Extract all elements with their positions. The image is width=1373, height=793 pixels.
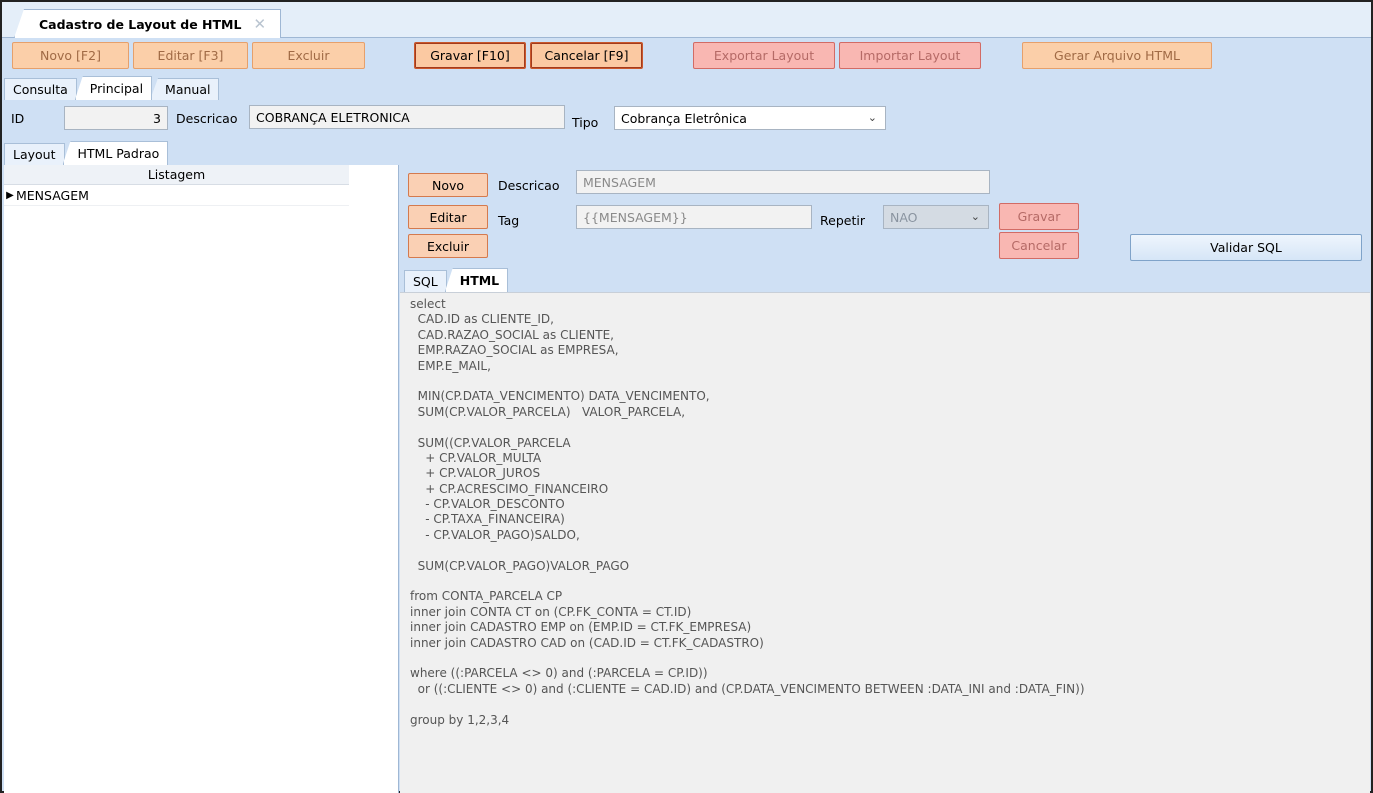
excluir-button[interactable]: Excluir bbox=[252, 42, 365, 69]
detail-novo-button[interactable]: Novo bbox=[408, 173, 488, 197]
code-line: - CP.VALOR_DESCONTO bbox=[410, 497, 565, 512]
repetir-select[interactable]: NAO ⌄ bbox=[883, 205, 989, 229]
code-line: MIN(CP.DATA_VENCIMENTO) DATA_VENCIMENTO, bbox=[410, 389, 710, 404]
descricao-label: Descricao bbox=[176, 110, 238, 126]
code-line: CAD.ID as CLIENTE_ID, bbox=[410, 312, 554, 327]
tipo-select-value: Cobrança Eletrônica bbox=[621, 110, 747, 126]
code-line: where ((:PARCELA <> 0) and (:PARCELA = C… bbox=[410, 666, 708, 681]
code-line: SUM((CP.VALOR_PARCELA bbox=[410, 435, 571, 450]
code-line: inner join CADASTRO EMP on (EMP.ID = CT.… bbox=[410, 620, 752, 635]
chevron-down-icon: ⌄ bbox=[970, 210, 980, 223]
importar-layout-button[interactable]: Importar Layout bbox=[839, 42, 981, 69]
code-line: + CP.VALOR_JUROS bbox=[410, 466, 541, 481]
editar-button[interactable]: Editar [F3] bbox=[133, 42, 248, 69]
tab-consulta[interactable]: Consulta bbox=[4, 78, 77, 100]
code-line: SUM(CP.VALOR_PARCELA) VALOR_PARCELA, bbox=[410, 404, 686, 419]
code-line: + CP.ACRESCIMO_FINANCEIRO bbox=[410, 481, 609, 496]
listagem-header: Listagem bbox=[4, 165, 349, 185]
detail-cancelar-button[interactable]: Cancelar bbox=[999, 232, 1079, 259]
toolbar: Novo [F2] Editar [F3] Excluir Gravar [F1… bbox=[4, 39, 1371, 73]
detail-gravar-button[interactable]: Gravar bbox=[999, 203, 1079, 230]
code-line: SUM(CP.VALOR_PAGO)VALOR_PAGO bbox=[410, 558, 630, 573]
tab-principal[interactable]: Principal bbox=[74, 76, 153, 100]
novo-button[interactable]: Novo [F2] bbox=[12, 42, 129, 69]
detail-descricao-field[interactable]: MENSAGEM bbox=[576, 170, 990, 194]
repetir-label: Repetir bbox=[820, 212, 865, 228]
cancelar-button[interactable]: Cancelar [F9] bbox=[530, 42, 643, 69]
id-label: ID bbox=[11, 110, 25, 126]
code-line: from CONTA_PARCELA CP bbox=[410, 589, 563, 604]
tab-sql[interactable]: SQL bbox=[404, 270, 447, 292]
code-line: + CP.VALOR_MULTA bbox=[410, 450, 542, 465]
close-icon[interactable]: ✕ bbox=[253, 15, 266, 33]
code-line: - CP.TAXA_FINANCEIRA) bbox=[410, 512, 565, 527]
tag-label: Tag bbox=[498, 212, 520, 228]
tab-manual[interactable]: Manual bbox=[150, 78, 220, 100]
tab-html-padrao[interactable]: HTML Padrao bbox=[62, 141, 169, 165]
detail-descricao-label: Descricao bbox=[498, 177, 560, 193]
window-tab-bar: Cadastro de Layout de HTML ✕ bbox=[2, 2, 1371, 38]
code-line: inner join CADASTRO CAD on (CAD.ID = CT.… bbox=[410, 635, 764, 650]
editor-tabs: SQL HTML bbox=[404, 268, 509, 292]
code-line: group by 1,2,3,4 bbox=[410, 712, 510, 727]
code-line: - CP.VALOR_PAGO)SALDO, bbox=[410, 527, 580, 542]
tab-layout[interactable]: Layout bbox=[4, 143, 65, 165]
repetir-select-value: NAO bbox=[890, 209, 918, 225]
tag-field[interactable]: {{MENSAGEM}} bbox=[576, 205, 812, 229]
tipo-select[interactable]: Cobrança Eletrônica ⌄ bbox=[614, 106, 886, 130]
code-line: or ((:CLIENTE <> 0) and (:CLIENTE = CAD.… bbox=[410, 681, 1085, 696]
main-tabs: Consulta Principal Manual bbox=[4, 76, 220, 100]
window-tab-title: Cadastro de Layout de HTML bbox=[39, 16, 242, 32]
chevron-down-icon: ⌄ bbox=[867, 111, 877, 124]
tipo-label: Tipo bbox=[572, 114, 599, 130]
id-field[interactable]: 3 bbox=[64, 106, 168, 130]
descricao-field[interactable]: COBRANÇA ELETRONICA bbox=[249, 105, 565, 129]
validar-sql-button[interactable]: Validar SQL bbox=[1130, 234, 1362, 261]
detail-editar-button[interactable]: Editar bbox=[408, 205, 488, 229]
code-line: inner join CONTA CT on (CP.FK_CONTA = CT… bbox=[410, 604, 692, 619]
tab-html[interactable]: HTML bbox=[444, 268, 509, 292]
exportar-layout-button[interactable]: Exportar Layout bbox=[693, 42, 835, 69]
gravar-button[interactable]: Gravar [F10] bbox=[414, 42, 526, 69]
sql-editor[interactable]: select CAD.ID as CLIENTE_ID, CAD.RAZAO_S… bbox=[400, 292, 1370, 793]
window-tab[interactable]: Cadastro de Layout de HTML ✕ bbox=[14, 9, 282, 38]
list-item-label: MENSAGEM bbox=[16, 187, 89, 203]
sub-tabs: Layout HTML Padrao bbox=[4, 141, 169, 165]
listagem-panel: Listagem ▶ MENSAGEM bbox=[4, 165, 399, 793]
list-item[interactable]: ▶ MENSAGEM bbox=[4, 185, 349, 206]
row-pointer-icon: ▶ bbox=[6, 189, 14, 201]
code-line: EMP.E_MAIL, bbox=[410, 358, 491, 373]
code-line: CAD.RAZAO_SOCIAL as CLIENTE, bbox=[410, 327, 614, 342]
code-line: select bbox=[410, 297, 446, 311]
gerar-arquivo-html-button[interactable]: Gerar Arquivo HTML bbox=[1022, 42, 1212, 69]
app-window: Cadastro de Layout de HTML ✕ Novo [F2] E… bbox=[0, 0, 1373, 793]
code-line: EMP.RAZAO_SOCIAL as EMPRESA, bbox=[410, 343, 619, 358]
detail-excluir-button[interactable]: Excluir bbox=[408, 234, 488, 258]
